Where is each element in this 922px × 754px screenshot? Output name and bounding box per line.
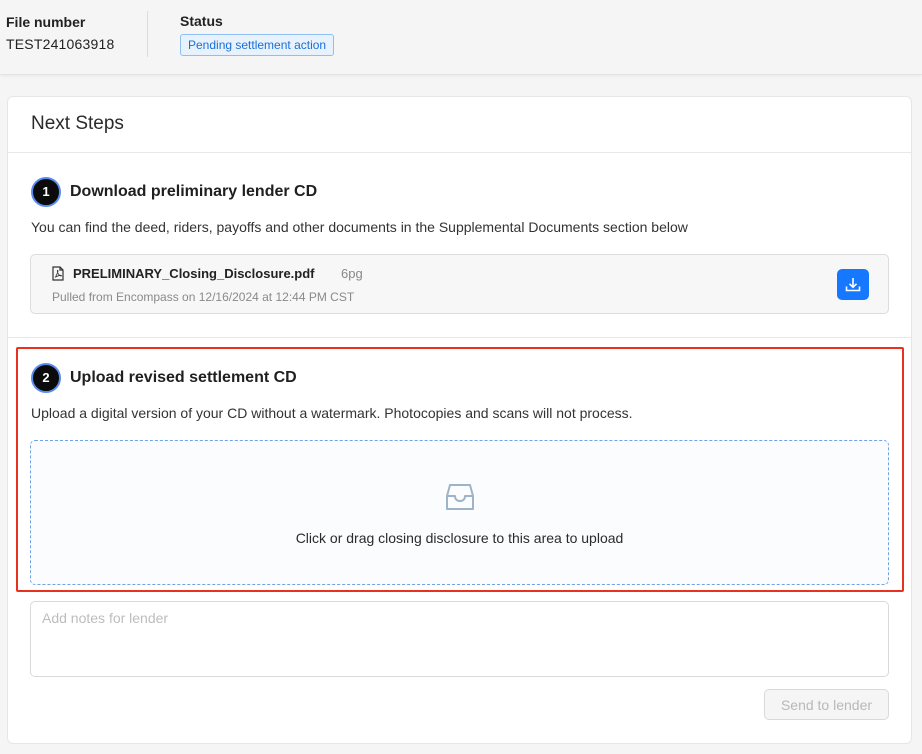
step-1-description: You can find the deed, riders, payoffs a… [31, 219, 688, 235]
download-button[interactable] [837, 269, 869, 300]
file-page-count: 6pg [341, 266, 363, 281]
download-icon [845, 278, 861, 292]
file-header: File number TEST241063918 Status Pending… [0, 0, 922, 75]
title-divider [8, 152, 911, 153]
file-number-label: File number [6, 14, 86, 30]
next-steps-card: Next Steps 1 Download preliminary lender… [7, 96, 912, 744]
file-source-meta: Pulled from Encompass on 12/16/2024 at 1… [52, 290, 355, 304]
pdf-file-icon [52, 266, 64, 281]
header-divider [147, 11, 148, 57]
upload-step-highlight [16, 347, 904, 592]
status-badge: Pending settlement action [180, 34, 335, 56]
status-field: Status Pending settlement action [180, 13, 335, 56]
card-title: Next Steps [31, 113, 124, 134]
step-1-number: 1 [31, 177, 61, 207]
step-divider [8, 337, 911, 338]
file-number-field: File number TEST241063918 [6, 14, 114, 52]
preliminary-cd-file: PRELIMINARY_Closing_Disclosure.pdf 6pg P… [30, 254, 889, 314]
file-name[interactable]: PRELIMINARY_Closing_Disclosure.pdf [73, 266, 315, 281]
file-number-value: TEST241063918 [6, 36, 115, 52]
status-label: Status [180, 13, 223, 29]
send-to-lender-button[interactable]: Send to lender [764, 689, 889, 720]
lender-notes-input[interactable] [30, 601, 889, 677]
step-1-title: Download preliminary lender CD [70, 183, 318, 200]
